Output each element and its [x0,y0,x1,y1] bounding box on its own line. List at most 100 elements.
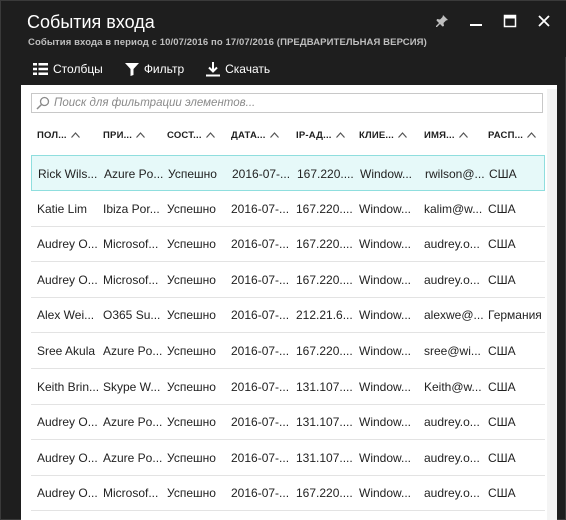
cell-client: Window... [359,450,412,465]
cell-status: Успешно [167,415,216,430]
cell-date: 2016-07-... [231,450,290,465]
cell-user: Audrey O... [37,486,98,501]
cell-user: Keith Brin... [37,379,100,394]
minimize-button[interactable] [461,11,491,31]
cell-app: Microsof... [103,272,159,287]
cell-user: Audrey O... [37,272,98,287]
close-icon [538,15,550,27]
cell-app: Microsof... [103,486,159,501]
cell-username: kalim@w... [424,201,483,216]
cell-ip-address: 167.220.... [296,201,353,216]
table-row[interactable]: Audrey O... Microsof... Успешно 2016-07-...… [31,226,545,263]
table-row[interactable]: Sree Akula Azure Po... Успешно 2016-07-... 1… [31,333,545,369]
command-bar: Столбцы Фильтр Скачать [1,57,566,81]
cell-status: Успешно [167,272,216,287]
filter-label: Фильтр [143,62,185,76]
cell-date: 2016-07-... [231,415,290,430]
column-header-user[interactable]: ПОЛ... [37,123,80,147]
cell-date: 2016-07-... [231,272,290,287]
column-header-label: ИМЯ... [424,129,455,141]
download-button[interactable]: Скачать [206,59,270,79]
column-header-label: ПОЛ... [37,129,67,141]
sort-chevron-up-icon [398,132,407,138]
columns-icon [33,63,48,75]
cell-status: Успешно [167,450,216,465]
cell-username: audrey.o... [424,237,480,252]
cell-user: Audrey O... [37,450,98,465]
blade-subtitle: События входа в период с 10/07/2016 по 1… [28,37,427,48]
cell-username: sree@wi... [424,344,481,358]
cell-location: США [489,167,517,181]
column-header-label: СОСТ... [167,129,202,141]
vertical-scrollbar[interactable] [547,89,557,520]
cell-client: Window... [359,201,412,216]
column-header-date[interactable]: ДАТА... [231,123,279,147]
column-header-client[interactable]: КЛИЕ... [359,123,407,147]
cell-app: Azure Po... [103,450,163,465]
column-header-label: ПРИ... [103,129,133,141]
cell-location: США [488,237,516,252]
cell-location: США [488,450,516,465]
cell-client: Window... [359,272,412,287]
cell-client: Window... [359,344,412,358]
cell-user: Audrey O... [37,415,98,430]
sort-chevron-up-icon [527,132,537,138]
table-row[interactable]: Keith Brin... Skype W... Успешно 2016-07-..… [31,369,545,405]
sort-chevron-up-icon [70,132,80,138]
cell-client: Window... [359,237,412,252]
cell-location: США [488,272,516,287]
search-box[interactable] [31,93,543,113]
cell-date: 2016-07-... [231,379,290,394]
cell-username: audrey.o... [424,415,480,430]
table-header-row: ПОЛ... ПРИ... СОСТ... ДАТА... IP-АД... КЛИЕ..… [31,123,543,147]
column-header-username[interactable]: ИМЯ... [424,123,468,147]
filter-button[interactable]: Фильтр [124,59,185,79]
cell-ip-address: 212.21.6... [296,308,353,323]
download-label: Скачать [225,62,271,76]
table-row[interactable]: Audrey O... Azure Po... Успешно 2016-07-...… [31,404,545,441]
pin-icon [436,15,448,27]
sort-chevron-up-icon [458,132,468,138]
column-header-app[interactable]: ПРИ... [103,123,146,147]
cell-date: 2016-07-... [231,308,290,323]
cell-app: Ibiza Por... [103,201,160,216]
column-header-label: IP-АД... [296,129,332,141]
close-button[interactable] [529,11,559,31]
cell-app: Azure Po... [103,415,163,430]
columns-button[interactable]: Столбцы [33,59,103,79]
blade-title: События входа [27,12,155,32]
cell-username: rwilson@... [425,167,485,181]
pin-button[interactable] [427,11,457,31]
table-row[interactable]: Audrey O... Microsof... Успешно 2016-07-...… [31,262,545,298]
cell-location: США [488,201,516,216]
cell-client: Window... [359,379,412,394]
cell-ip-address: 131.107.... [296,379,353,394]
cell-date: 2016-07-... [231,486,290,501]
cell-user: Sree Akula [37,344,96,358]
cell-location: США [488,486,516,501]
cell-app: O365 Su... [103,308,161,323]
cell-username: audrey.o... [424,272,480,287]
maximize-button[interactable] [495,11,525,31]
table-row[interactable]: Rick Wils... Azure Po... Успешно 2016-07-..… [31,155,545,191]
cell-location: Германия [488,308,542,323]
cell-date: 2016-07-... [232,167,291,181]
column-header-ip-address[interactable]: IP-АД... [296,123,345,147]
cell-location: США [488,344,516,358]
table-row[interactable]: Katie Lim Ibiza Por... Успешно 2016-07-... 1… [31,191,545,227]
cell-user: Audrey O... [37,237,98,252]
column-header-status[interactable]: СОСТ... [167,123,215,147]
cell-status: Успешно [168,167,217,181]
cell-user: Alex Wei... [37,308,95,323]
cell-username: audrey.o... [424,450,480,465]
sort-chevron-up-icon [269,132,279,138]
table-row[interactable]: Audrey O... Microsof... Успешно 2016-07-...… [31,475,545,512]
table-row[interactable]: Alex Wei... O365 Su... Успешно 2016-07-... 2… [31,297,545,334]
column-header-label: КЛИЕ... [359,129,394,141]
table-row[interactable]: Audrey O... Azure Po... Успешно 2016-07-...… [31,440,545,476]
search-input[interactable] [54,97,534,109]
sort-chevron-up-icon [335,132,345,138]
cell-user: Rick Wils... [38,167,98,181]
column-header-location[interactable]: РАСП... [488,123,537,147]
cell-ip-address: 167.220.... [296,237,353,252]
